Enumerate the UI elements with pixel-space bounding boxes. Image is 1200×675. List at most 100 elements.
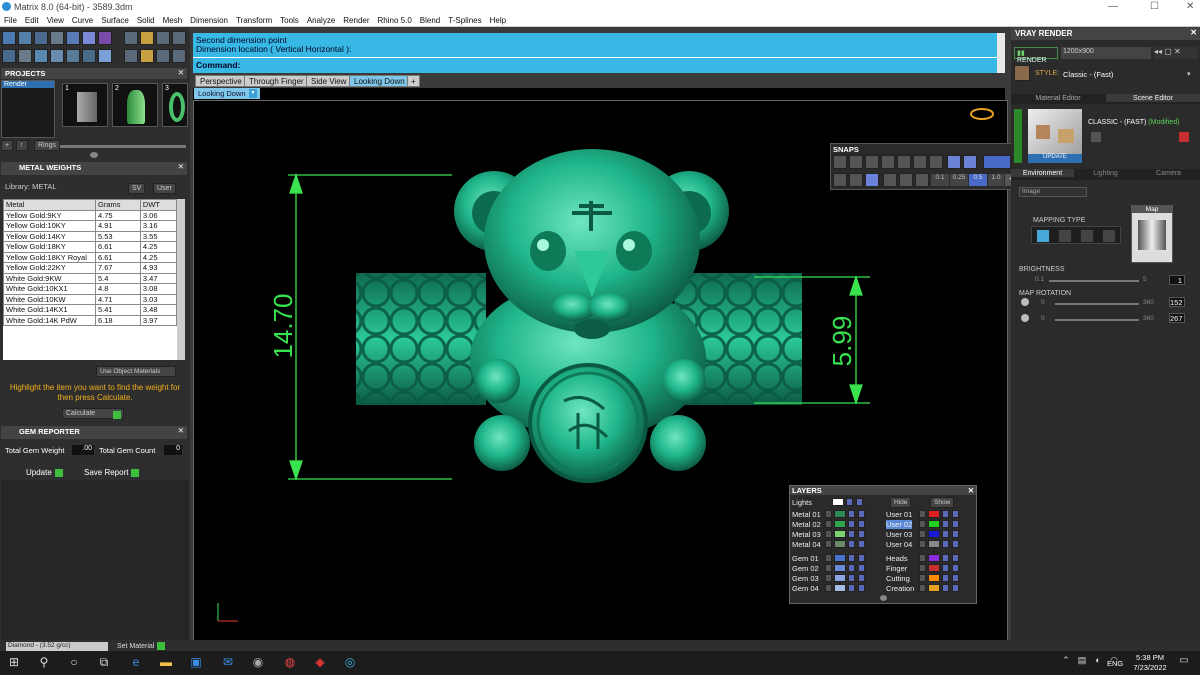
rotation-v-value[interactable]: 267 — [1169, 313, 1185, 323]
menu-file[interactable]: File — [0, 14, 21, 25]
show-button[interactable]: Show — [930, 497, 955, 508]
close-icon[interactable]: ✕ — [968, 486, 974, 495]
navigation-widget-icon[interactable] — [970, 108, 994, 120]
lights-visible-icon[interactable] — [856, 498, 863, 506]
file-explorer-icon[interactable]: ▬ — [158, 655, 174, 671]
move-tool-icon[interactable] — [2, 49, 16, 63]
ortho-icon[interactable] — [849, 173, 863, 187]
snap-near-icon[interactable] — [849, 155, 863, 169]
col-dwt[interactable]: DWT — [139, 199, 177, 211]
scene-preview[interactable]: UPDATE — [1028, 109, 1082, 163]
snap-mid-icon[interactable] — [881, 155, 895, 169]
menu-analyze[interactable]: Analyze — [303, 14, 339, 25]
layer-color-swatch[interactable] — [928, 530, 940, 538]
zoom-tool-icon[interactable] — [2, 31, 16, 45]
sphere-map-icon[interactable] — [1080, 229, 1094, 243]
style-value[interactable]: Classic - (Fast) — [1063, 70, 1113, 79]
box-tool-icon[interactable] — [50, 49, 64, 63]
mail-icon[interactable]: ✉ — [220, 655, 236, 671]
layer-color-swatch[interactable] — [834, 554, 846, 562]
snap-end-icon[interactable] — [833, 155, 847, 169]
gem-tool-icon[interactable] — [98, 31, 112, 45]
snap-quad-icon[interactable] — [929, 155, 943, 169]
menu-view[interactable]: View — [43, 14, 68, 25]
box-map-icon[interactable] — [1058, 229, 1072, 243]
menu-tools[interactable]: Tools — [276, 14, 303, 25]
volume-icon[interactable]: ◐ — [1090, 655, 1106, 671]
user-button[interactable]: User — [153, 183, 176, 194]
delete-icon[interactable] — [1179, 132, 1189, 142]
layer-visible-icon[interactable] — [858, 554, 865, 562]
layer-lock-icon[interactable] — [942, 530, 949, 538]
matrix-icon[interactable]: ◎ — [342, 655, 358, 671]
close-icon[interactable]: ✕ — [178, 68, 184, 77]
maximize-button[interactable]: ☐ — [1150, 1, 1159, 12]
use-object-materials-select[interactable]: Use Object Materials — [96, 366, 176, 377]
mesh-tool-icon[interactable] — [66, 49, 80, 63]
table-row[interactable]: Yellow Gold:9KY 4.75 3.06 — [3, 209, 177, 221]
tab-side-view[interactable]: Side View — [306, 75, 352, 87]
project-thumb-1[interactable]: 1 — [62, 83, 108, 127]
snap-value-4[interactable]: 1.0 — [988, 174, 1004, 186]
layer-color-swatch[interactable] — [928, 554, 940, 562]
rhino-icon[interactable]: ◆ — [312, 655, 328, 671]
layer-name[interactable]: Metal 01 — [792, 510, 821, 519]
update-label[interactable]: UPDATE — [1028, 154, 1082, 163]
dome-map-icon[interactable] — [1102, 229, 1116, 243]
layer-color-swatch[interactable] — [928, 520, 940, 528]
chevron-up-icon[interactable]: ⌃ — [1058, 655, 1074, 671]
close-icon[interactable]: ✕ — [178, 162, 184, 171]
camera-tool-icon[interactable] — [156, 49, 170, 63]
layer-lock-icon[interactable] — [848, 540, 855, 548]
close-button[interactable]: ✕ — [1186, 1, 1194, 12]
layer-expand-icon[interactable] — [919, 554, 926, 562]
app-icon[interactable]: ◉ — [250, 655, 266, 671]
lights-swatch[interactable] — [832, 498, 844, 506]
layer-visible-icon[interactable] — [952, 530, 959, 538]
network-icon[interactable]: ▤ — [1074, 655, 1090, 671]
tab-lighting[interactable]: Lighting — [1074, 169, 1137, 177]
layer-expand-icon[interactable] — [919, 520, 926, 528]
window-tool-icon[interactable] — [172, 31, 186, 45]
tab-looking-down[interactable]: Looking Down — [349, 75, 410, 87]
command-scrollbar[interactable] — [997, 33, 1005, 73]
brightness-slider[interactable] — [1049, 280, 1139, 282]
grid-tool-icon[interactable] — [124, 31, 138, 45]
layer-expand-icon[interactable] — [825, 520, 832, 528]
layer-name[interactable]: Gem 03 — [792, 574, 819, 583]
layer-color-swatch[interactable] — [834, 574, 846, 582]
layer-name[interactable]: Finger — [886, 564, 907, 573]
light-tool-icon[interactable] — [172, 49, 186, 63]
layer-name[interactable]: Gem 02 — [792, 564, 819, 573]
tab-through-finger[interactable]: Through Finger — [244, 75, 309, 87]
layer-visible-icon[interactable] — [858, 574, 865, 582]
rotation-v-slider[interactable] — [1055, 319, 1139, 321]
layer-visible-icon[interactable] — [858, 530, 865, 538]
layer-expand-icon[interactable] — [919, 540, 926, 548]
snap-point-icon[interactable] — [865, 155, 879, 169]
layer-color-swatch[interactable] — [834, 564, 846, 572]
layer-name[interactable]: Metal 02 — [792, 520, 821, 529]
set-material-button[interactable]: Set Material — [117, 642, 166, 650]
snap-value-1[interactable]: 0.1 — [931, 174, 949, 186]
layer-name[interactable]: Metal 03 — [792, 530, 821, 539]
dimension-tool-icon[interactable] — [82, 49, 96, 63]
close-icon[interactable]: ✕ — [1190, 28, 1197, 37]
menu-transform[interactable]: Transform — [232, 14, 276, 25]
layout-tool-icon[interactable] — [140, 31, 154, 45]
clock-time[interactable]: 5:38 PM — [1132, 653, 1168, 662]
globe-tool-icon[interactable] — [34, 49, 48, 63]
layer-name[interactable]: Metal 04 — [792, 540, 821, 549]
layer-lock-icon[interactable] — [942, 564, 949, 572]
project-icon[interactable] — [883, 173, 897, 187]
minimize-button[interactable]: — — [1108, 1, 1118, 12]
update-button[interactable]: Update — [26, 468, 63, 477]
sv-button[interactable]: SV — [128, 183, 146, 194]
lights-lock-icon[interactable] — [846, 498, 853, 506]
table-row[interactable]: Yellow Gold:14KY 5.53 3.55 — [3, 230, 177, 242]
layer-lock-icon[interactable] — [942, 510, 949, 518]
layer-color-swatch[interactable] — [834, 530, 846, 538]
layer-visible-icon[interactable] — [952, 574, 959, 582]
rings-button[interactable]: Rings — [34, 140, 60, 151]
layer-lock-icon[interactable] — [942, 540, 949, 548]
